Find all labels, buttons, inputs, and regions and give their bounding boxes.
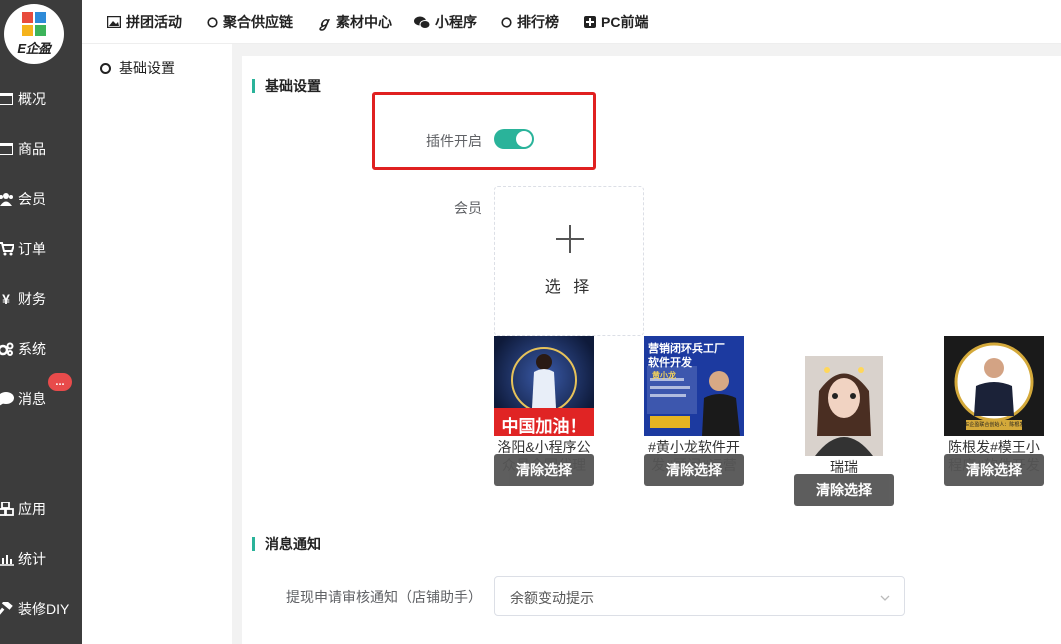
chevron-down-icon: [880, 590, 890, 601]
avatar-banner-text: 中国加油！: [501, 417, 587, 436]
top-nav-pc-frontend[interactable]: PC前端: [584, 13, 648, 31]
sidebar-item-label: 商品: [18, 141, 46, 157]
circle-icon: [501, 16, 512, 28]
top-nav-group-buy[interactable]: 拼团活动: [107, 13, 182, 31]
sidebar-item-system[interactable]: 系统: [0, 337, 46, 361]
logo-mark-icon: [22, 11, 46, 36]
top-nav-supply-chain[interactable]: 聚合供应链: [207, 13, 293, 31]
subnav-item-basic-settings[interactable]: 基础设置: [100, 58, 175, 78]
main-sidebar: E企盈 概况 商品 会员 订单 ¥ 财务 系统 消息 ... 应用 统计 装修D…: [0, 0, 82, 644]
cubes-icon: [0, 501, 14, 517]
plus-icon: [556, 225, 584, 253]
message-badge: ...: [48, 373, 72, 391]
plus-square-icon: [584, 16, 596, 28]
sidebar-item-goods[interactable]: 商品: [0, 137, 46, 161]
picker-label: 选 择: [544, 279, 594, 296]
settings-panel: 基础设置 插件开启 会员 选 择 中国加油！ 洛阳&小程序公众号全国代理 清除选…: [242, 56, 1061, 644]
bar-chart-icon: [0, 551, 14, 567]
clear-selection-button[interactable]: 清除选择: [644, 454, 744, 486]
sidebar-item-apps[interactable]: 应用: [0, 497, 46, 521]
hammer-icon: [0, 601, 14, 617]
sidebar-item-orders[interactable]: 订单: [0, 237, 46, 261]
plugin-toggle-label: 插件开启: [426, 133, 482, 149]
clear-selection-button[interactable]: 清除选择: [944, 454, 1044, 486]
image-icon: [107, 16, 121, 28]
top-nav-materials[interactable]: ℊ 素材中心: [317, 13, 392, 31]
withdraw-notify-select[interactable]: 余额变动提示: [494, 576, 905, 616]
sidebar-item-label: 概况: [18, 91, 46, 107]
section-accent-bar: [252, 79, 255, 93]
sidebar-item-members[interactable]: 会员: [0, 187, 46, 211]
member-label: 会员: [454, 200, 482, 216]
sidebar-item-label: 系统: [18, 341, 46, 357]
gears-icon: [0, 341, 14, 357]
chat-icon: [0, 391, 14, 407]
plugin-toggle-switch[interactable]: [494, 129, 534, 149]
music-note-icon: ℊ: [317, 14, 331, 30]
section-basic-settings: 基础设置: [252, 76, 321, 96]
section-message-notify: 消息通知: [252, 534, 321, 554]
member-avatar: E企盈联合创始人：陈根发: [944, 336, 1044, 436]
sidebar-item-label: 统计: [18, 551, 46, 567]
app-logo[interactable]: E企盈: [4, 4, 64, 64]
select-value: 余额变动提示: [510, 590, 594, 606]
wechat-icon: [414, 16, 430, 29]
avatar-subtitle-text: 软件开发: [648, 357, 692, 369]
section-accent-bar: [252, 537, 255, 551]
sidebar-item-overview[interactable]: 概况: [0, 87, 46, 111]
logo-text: E企盈: [17, 40, 51, 56]
sidebar-item-diy[interactable]: 装修DIY: [0, 597, 69, 621]
top-nav-ranking[interactable]: 排行榜: [501, 13, 559, 31]
clear-selection-button[interactable]: 清除选择: [794, 474, 894, 506]
avatar-caption-text: E企盈联合创始人：陈根发: [966, 422, 1022, 428]
sidebar-item-label: 会员: [18, 191, 46, 207]
sidebar-item-finance[interactable]: ¥ 财务: [0, 287, 46, 311]
member-avatar: 中国加油！: [494, 336, 594, 436]
sidebar-item-label: 消息: [18, 391, 46, 407]
top-navbar: 拼团活动 聚合供应链 ℊ 素材中心 小程序 排行榜 PC前端: [82, 0, 1061, 44]
sidebar-item-label: 应用: [18, 501, 46, 517]
sidebar-item-messages[interactable]: 消息: [0, 387, 46, 411]
users-icon: [0, 191, 14, 207]
clear-selection-button[interactable]: 清除选择: [494, 454, 594, 486]
cart-icon: [0, 241, 14, 257]
goods-icon: [0, 141, 14, 157]
member-avatar: 营销闭环兵工厂 软件开发 黄小龙: [644, 336, 744, 436]
sidebar-item-label: 装修DIY: [18, 601, 70, 617]
sidebar-item-stats[interactable]: 统计: [0, 547, 46, 571]
toggle-knob: [516, 131, 532, 147]
withdraw-notify-label: 提现申请审核通知（店铺助手）: [286, 589, 482, 605]
dashboard-icon: [0, 91, 14, 107]
circle-icon: [100, 62, 111, 74]
top-nav-miniprogram[interactable]: 小程序: [414, 13, 477, 31]
member-avatar: [805, 356, 883, 456]
yen-icon: ¥: [2, 291, 10, 307]
avatar-person-name: 黄小龙: [652, 371, 676, 380]
sub-sidebar: 基础设置: [82, 44, 232, 644]
member-picker[interactable]: 选 择: [494, 186, 644, 336]
circle-icon: [207, 16, 218, 28]
sidebar-item-label: 财务: [18, 291, 46, 307]
sidebar-item-label: 订单: [18, 241, 46, 257]
